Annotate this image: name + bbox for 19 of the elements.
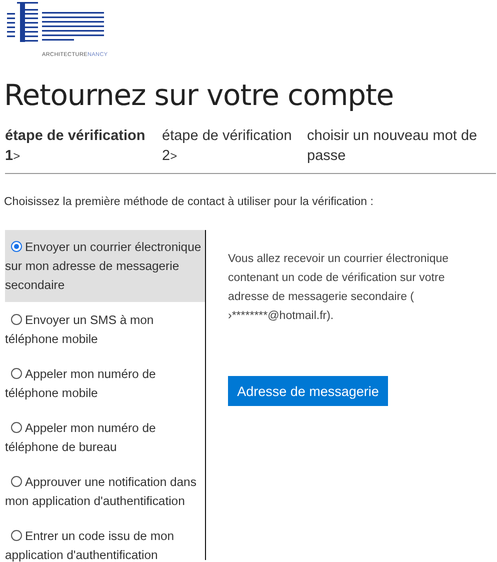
contact-option[interactable]: Envoyer un courrier électronique sur mon adresse de messagerie secondaire	[5, 230, 205, 302]
radio-button[interactable]	[11, 422, 22, 433]
step-label: étape de vérification 2>	[162, 127, 293, 166]
instruction-text: Choisissez la première méthode de contact à utiliser pour la vérification :	[4, 196, 374, 208]
contact-option[interactable]: Envoyer un SMS à mon téléphone mobile	[5, 302, 205, 356]
page-title: Retournez sur votre compte	[4, 78, 394, 112]
step-label: choisir un nouveau mot de passe	[307, 127, 478, 166]
radio-button[interactable]	[11, 530, 22, 541]
step-label: étape de vérification 1>	[5, 127, 146, 166]
description-text: Vous allez recevoir un courrier électronique contenant un code de vérification sur votre adresse de messagerie secondaire ( ›********@hotmail.fr).	[228, 252, 450, 324]
contact-option[interactable]: Approuver une notification dans mon application d'authentification	[5, 464, 205, 518]
contact-option[interactable]: Entrer un code issu de mon application d'authentification	[5, 518, 205, 562]
radio-button[interactable]	[11, 368, 22, 379]
contact-option[interactable]: Appeler mon numéro de téléphone mobile	[5, 356, 205, 410]
radio-button[interactable]	[11, 476, 22, 487]
radio-button[interactable]	[11, 314, 22, 325]
email-button[interactable]: Adresse de messagerie	[228, 376, 388, 406]
contact-option[interactable]: Appeler mon numéro de téléphone de bureau	[5, 410, 205, 464]
radio-button[interactable]	[11, 241, 22, 252]
